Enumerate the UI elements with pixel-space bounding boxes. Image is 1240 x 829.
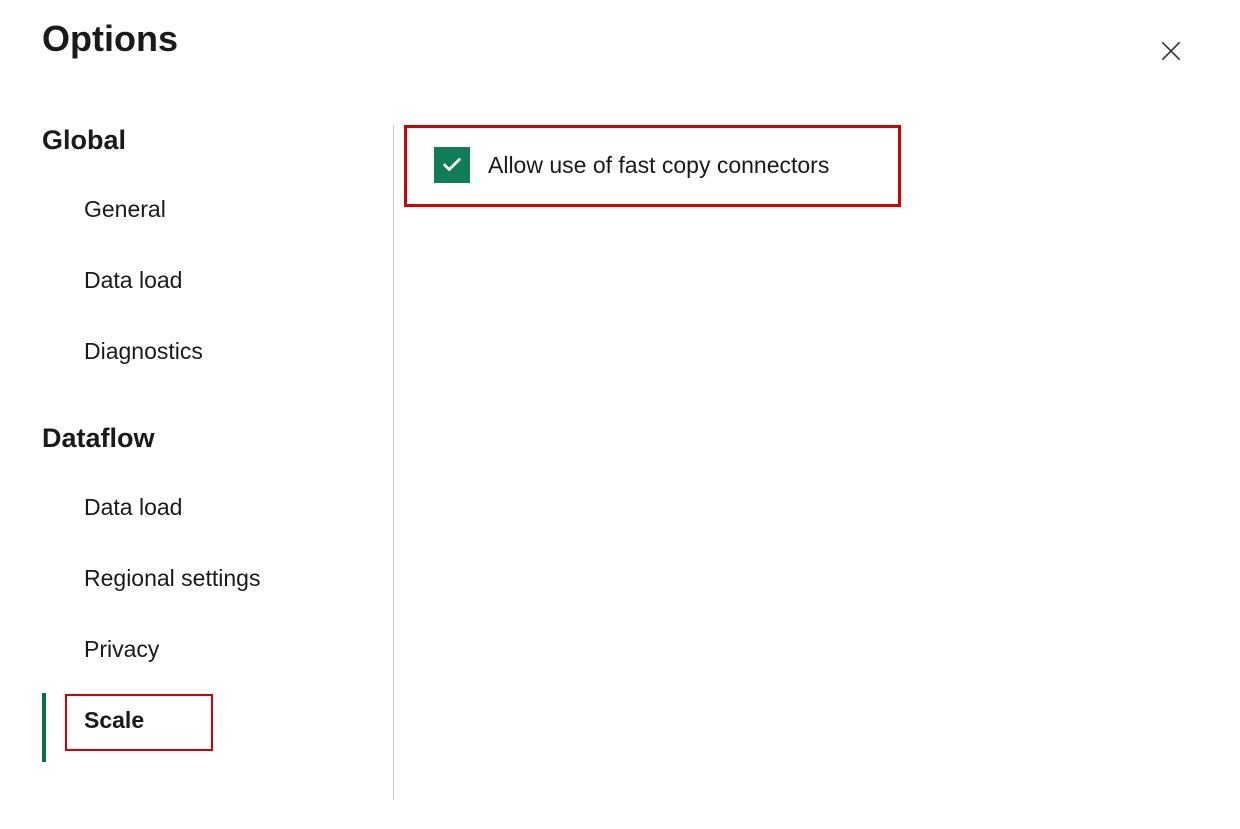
close-icon (1158, 38, 1184, 64)
fast-copy-checkbox[interactable] (434, 147, 470, 183)
content-panel: Allow use of fast copy connectors (394, 125, 859, 800)
sidebar-item-dataflow-data-load[interactable]: Data load (42, 486, 373, 529)
page-title: Options (42, 18, 178, 60)
sidebar: Global General Data load Diagnostics Dat… (42, 125, 394, 800)
fast-copy-label: Allow use of fast copy connectors (488, 152, 829, 179)
close-button[interactable] (1150, 30, 1192, 77)
sidebar-item-general[interactable]: General (42, 188, 373, 231)
sidebar-item-diagnostics[interactable]: Diagnostics (42, 330, 373, 373)
sidebar-section-dataflow: Dataflow (42, 423, 373, 454)
sidebar-item-regional-settings[interactable]: Regional settings (42, 557, 373, 600)
sidebar-item-data-load[interactable]: Data load (42, 259, 373, 302)
sidebar-item-scale[interactable]: Scale (42, 699, 373, 742)
checkmark-icon (441, 154, 463, 176)
sidebar-item-privacy[interactable]: Privacy (42, 628, 373, 671)
sidebar-section-global: Global (42, 125, 373, 156)
